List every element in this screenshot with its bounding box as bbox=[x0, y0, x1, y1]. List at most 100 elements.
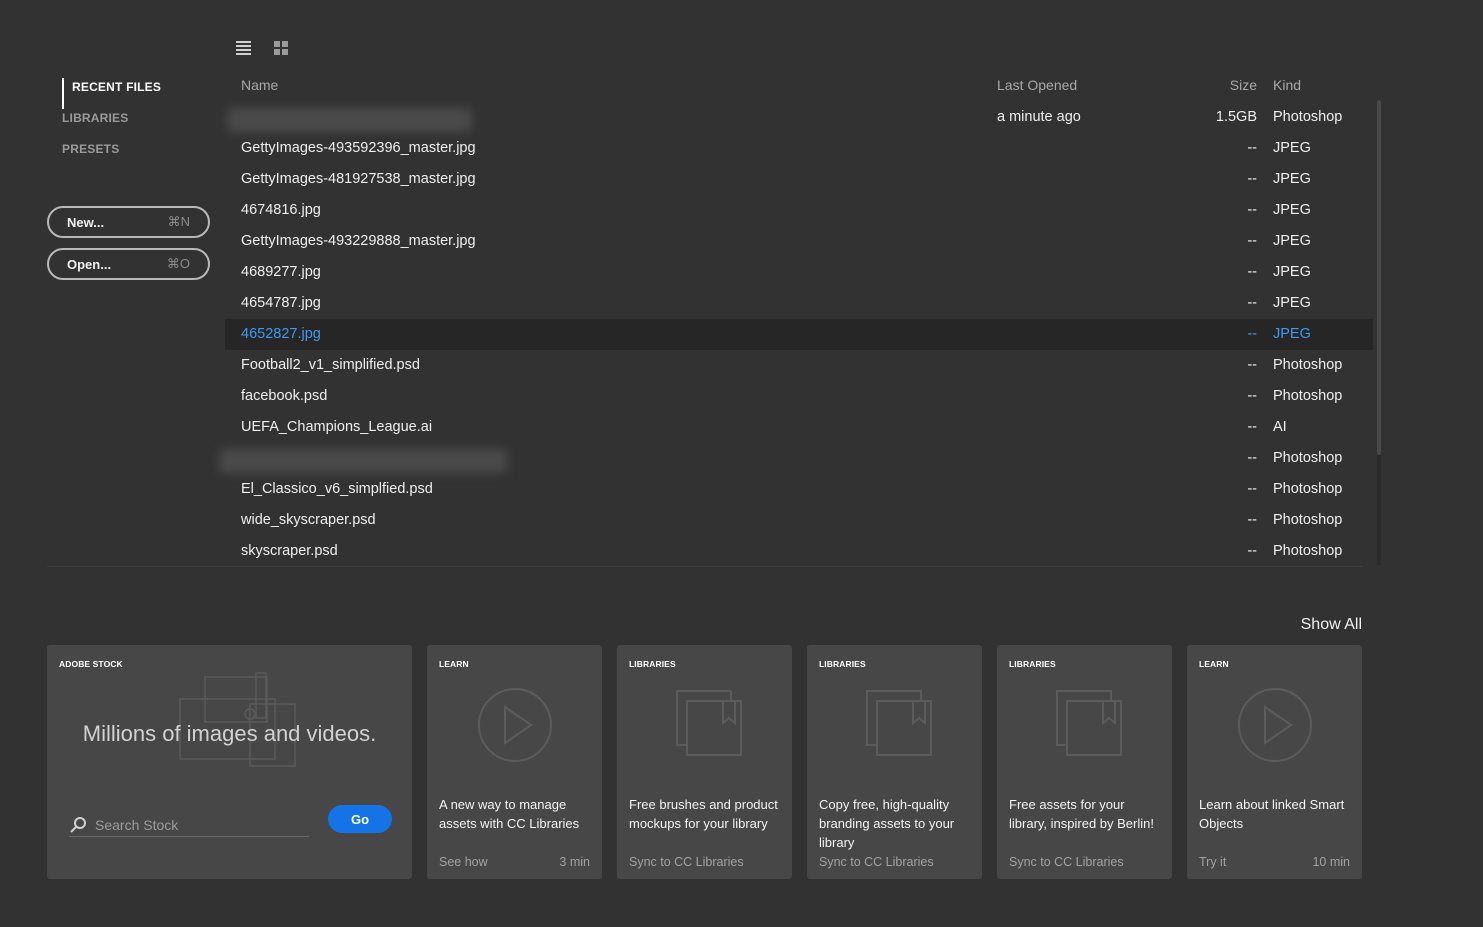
table-row[interactable]: UEFA_Champions_League.ai -- AI bbox=[225, 412, 1373, 443]
table-row[interactable]: Football2_v1_simplified.psd -- Photoshop bbox=[225, 350, 1373, 381]
file-kind: JPEG bbox=[1273, 326, 1311, 342]
scroll-thumb[interactable] bbox=[1377, 100, 1381, 455]
file-name: UEFA_Champions_League.ai bbox=[241, 419, 433, 435]
file-kind: Photoshop bbox=[1273, 450, 1343, 466]
table-row[interactable]: 4674816.jpg -- JPEG bbox=[225, 195, 1373, 226]
open-shortcut: ⌘O bbox=[166, 256, 190, 271]
file-size: -- bbox=[1247, 171, 1257, 187]
file-size: -- bbox=[1247, 388, 1257, 404]
file-name: facebook.psd bbox=[241, 388, 328, 404]
grid-view-icon[interactable] bbox=[273, 40, 289, 56]
file-size: -- bbox=[1247, 357, 1257, 373]
file-kind: JPEG bbox=[1273, 140, 1311, 156]
sidebar-nav: RECENT FILES LIBRARIES PRESETS bbox=[62, 78, 161, 171]
file-name: 4689277.jpg bbox=[241, 264, 321, 280]
view-toggle bbox=[235, 40, 289, 56]
libraries-card[interactable]: LIBRARIES Copy free, high-quality brandin… bbox=[807, 645, 982, 879]
card-tag: LEARN bbox=[439, 659, 469, 669]
file-name: Football2_v1_simplified.psd bbox=[241, 357, 420, 373]
file-name: 4652827.jpg bbox=[241, 326, 321, 342]
nav-presets[interactable]: PRESETS bbox=[62, 140, 161, 171]
table-row[interactable]: 4654787.jpg -- JPEG bbox=[225, 288, 1373, 319]
file-size: -- bbox=[1247, 543, 1257, 559]
card-title: Free assets for your library, inspired b… bbox=[1009, 797, 1154, 831]
libraries-card[interactable]: LIBRARIES Free brushes and product mockup… bbox=[617, 645, 792, 879]
file-size: -- bbox=[1247, 295, 1257, 311]
card-action[interactable]: Sync to CC Libraries bbox=[1009, 855, 1124, 869]
card-tag: LIBRARIES bbox=[819, 659, 866, 669]
column-kind[interactable]: Kind bbox=[1273, 77, 1301, 93]
column-last-opened[interactable]: Last Opened bbox=[997, 77, 1077, 93]
file-kind: Photoshop bbox=[1273, 357, 1343, 373]
list-view-icon[interactable] bbox=[235, 40, 251, 56]
file-kind: JPEG bbox=[1273, 264, 1311, 280]
table-row[interactable]: skyscraper.psd -- Photoshop bbox=[225, 536, 1373, 567]
table-row[interactable]: GettyImages-493592396_master.jpg -- JPEG bbox=[225, 133, 1373, 164]
column-name[interactable]: Name bbox=[241, 77, 278, 93]
card-action[interactable]: See how bbox=[439, 855, 488, 869]
file-size: 1.5GB bbox=[1215, 109, 1257, 125]
play-icon bbox=[1187, 685, 1362, 765]
stock-search bbox=[69, 813, 309, 837]
table-header: Name Last Opened Size Kind bbox=[225, 70, 1373, 102]
new-button[interactable]: New... ⌘N bbox=[47, 206, 210, 238]
file-name: 4674816.jpg bbox=[241, 202, 321, 218]
table-row[interactable]: GettyImages-493229888_master.jpg -- JPEG bbox=[225, 226, 1373, 257]
table-row[interactable]: wide_skyscraper.psd -- Photoshop bbox=[225, 505, 1373, 536]
card-action[interactable]: Try it bbox=[1199, 855, 1226, 869]
file-kind: JPEG bbox=[1273, 233, 1311, 249]
libraries-card[interactable]: LIBRARIES Free assets for your library, i… bbox=[997, 645, 1172, 879]
file-size: -- bbox=[1247, 481, 1257, 497]
card-tag: ADOBE STOCK bbox=[59, 659, 123, 669]
file-size: -- bbox=[1247, 140, 1257, 156]
card-title: A new way to manage assets with CC Libra… bbox=[439, 797, 580, 831]
file-kind: Photoshop bbox=[1273, 109, 1343, 125]
new-button-label: New... bbox=[67, 214, 105, 230]
show-all-link[interactable]: Show All bbox=[1301, 616, 1362, 634]
card-duration: 3 min bbox=[559, 855, 590, 869]
file-size: -- bbox=[1247, 512, 1257, 528]
table-row[interactable]: facebook.psd -- Photoshop bbox=[225, 381, 1373, 412]
table-row[interactable]: El_Classico_v6_simplfied.psd -- Photoshop bbox=[225, 474, 1373, 505]
last-opened: a minute ago bbox=[997, 109, 1081, 125]
file-kind: JPEG bbox=[1273, 171, 1311, 187]
card-title: Copy free, high-quality branding assets … bbox=[819, 797, 955, 850]
card-action[interactable]: Sync to CC Libraries bbox=[819, 855, 934, 869]
file-size: -- bbox=[1247, 326, 1257, 342]
card-duration: 10 min bbox=[1312, 855, 1350, 869]
file-name: GettyImages-481927538_master.jpg bbox=[241, 171, 476, 187]
table-row[interactable]: 4689277.jpg -- JPEG bbox=[225, 257, 1373, 288]
column-size[interactable]: Size bbox=[1230, 77, 1257, 93]
card-tag: LIBRARIES bbox=[629, 659, 676, 669]
table-row[interactable]: 4652827.jpg -- JPEG bbox=[225, 319, 1373, 350]
redacted-filename bbox=[227, 108, 472, 132]
file-kind: Photoshop bbox=[1273, 543, 1343, 559]
go-button[interactable]: Go bbox=[328, 805, 392, 833]
card-tag: LEARN bbox=[1199, 659, 1229, 669]
file-kind: Photoshop bbox=[1273, 388, 1343, 404]
open-button[interactable]: Open... ⌘O bbox=[47, 248, 210, 280]
file-size: -- bbox=[1247, 419, 1257, 435]
file-name: 4654787.jpg bbox=[241, 295, 321, 311]
file-kind: JPEG bbox=[1273, 295, 1311, 311]
file-kind: AI bbox=[1273, 419, 1287, 435]
scrollbar[interactable] bbox=[1377, 100, 1381, 565]
adobe-stock-card: ADOBE STOCK Millions of images and video… bbox=[47, 645, 412, 879]
file-size: -- bbox=[1247, 202, 1257, 218]
file-name: GettyImages-493592396_master.jpg bbox=[241, 140, 476, 156]
file-name: GettyImages-493229888_master.jpg bbox=[241, 233, 476, 249]
table-row[interactable]: GettyImages-481927538_master.jpg -- JPEG bbox=[225, 164, 1373, 195]
table-row[interactable]: a minute ago 1.5GB Photoshop bbox=[225, 102, 1373, 133]
file-name: wide_skyscraper.psd bbox=[241, 512, 376, 528]
search-stock-input[interactable] bbox=[95, 816, 295, 833]
file-kind: Photoshop bbox=[1273, 512, 1343, 528]
divider bbox=[47, 566, 1363, 567]
redacted-filename bbox=[219, 449, 507, 473]
learn-card[interactable]: LEARN Learn about linked Smart Objects Try… bbox=[1187, 645, 1362, 879]
card-action[interactable]: Sync to CC Libraries bbox=[629, 855, 744, 869]
learn-card[interactable]: LEARN A new way to manage assets with CC … bbox=[427, 645, 602, 879]
nav-libraries[interactable]: LIBRARIES bbox=[62, 109, 161, 140]
nav-recent-files[interactable]: RECENT FILES bbox=[62, 78, 161, 109]
recent-files-table: Name Last Opened Size Kind a minute ago 1… bbox=[219, 70, 1373, 567]
table-row[interactable]: -- Photoshop bbox=[219, 443, 1373, 474]
